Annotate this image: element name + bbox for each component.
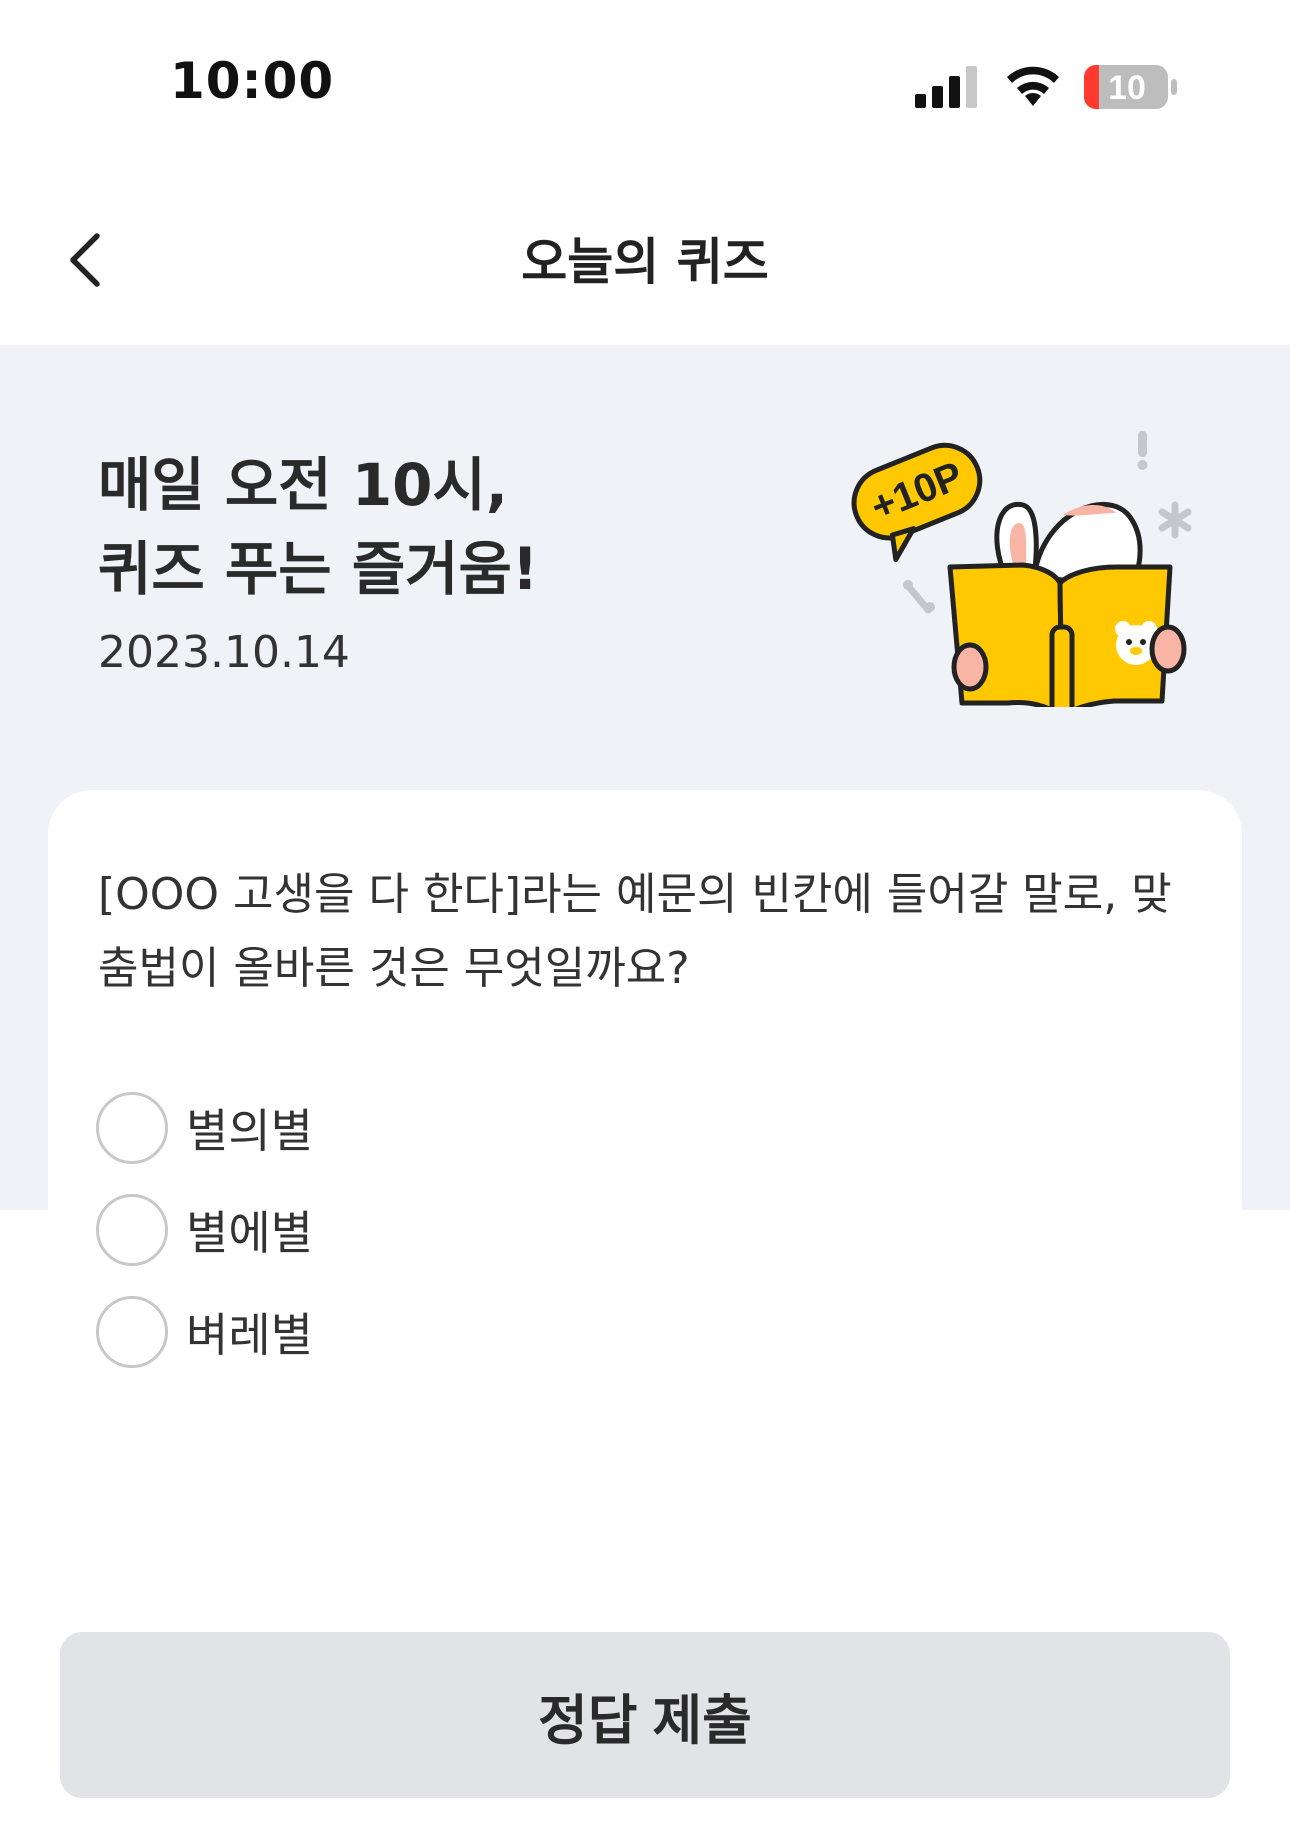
answer-option-1[interactable]: 별의별 [96,1092,313,1164]
status-bar: 10:00 10 [0,0,1290,170]
radio-button[interactable] [96,1194,168,1266]
nav-bar: 오늘의 퀴즈 [0,170,1290,345]
quiz-question: [OOO 고생을 다 한다]라는 예문의 빈칸에 들어갈 말로, 맞 춤법이 올… [98,858,1198,1006]
answer-option-label: 벼레별 [186,1308,313,1362]
status-time: 10:00 [170,52,335,110]
bunny-reading-book-illustration: +10P [838,417,1198,720]
answer-option-label: 별에별 [186,1206,313,1260]
answer-option-label: 별의별 [186,1104,313,1158]
battery-low-icon: 10 [1083,64,1179,114]
battery-level-text: 10 [1108,69,1146,107]
page-title: 오늘의 퀴즈 [521,233,769,291]
radio-button[interactable] [96,1296,168,1368]
question-line2: 춤법이 올바른 것은 무엇일까요? [98,943,690,994]
cellular-signal-icon [915,66,981,112]
answer-option-3[interactable]: 벼레별 [96,1296,313,1368]
answer-options: 별의별 별에별 벼레별 [96,1092,313,1398]
banner-title-line1: 매일 오전 10시, [98,451,508,519]
quiz-date: 2023.10.14 [98,627,350,678]
submit-answer-button[interactable]: 정답 제출 [60,1632,1230,1798]
question-line1: [OOO 고생을 다 한다]라는 예문의 빈칸에 들어갈 말로, 맞 [98,869,1172,920]
banner-title-line2: 퀴즈 푸는 즐거움! [98,535,539,603]
banner-title: 매일 오전 10시, 퀴즈 푸는 즐거움! [98,443,538,611]
wifi-icon [1003,62,1063,112]
answer-option-2[interactable]: 별에별 [96,1194,313,1266]
radio-button[interactable] [96,1092,168,1164]
